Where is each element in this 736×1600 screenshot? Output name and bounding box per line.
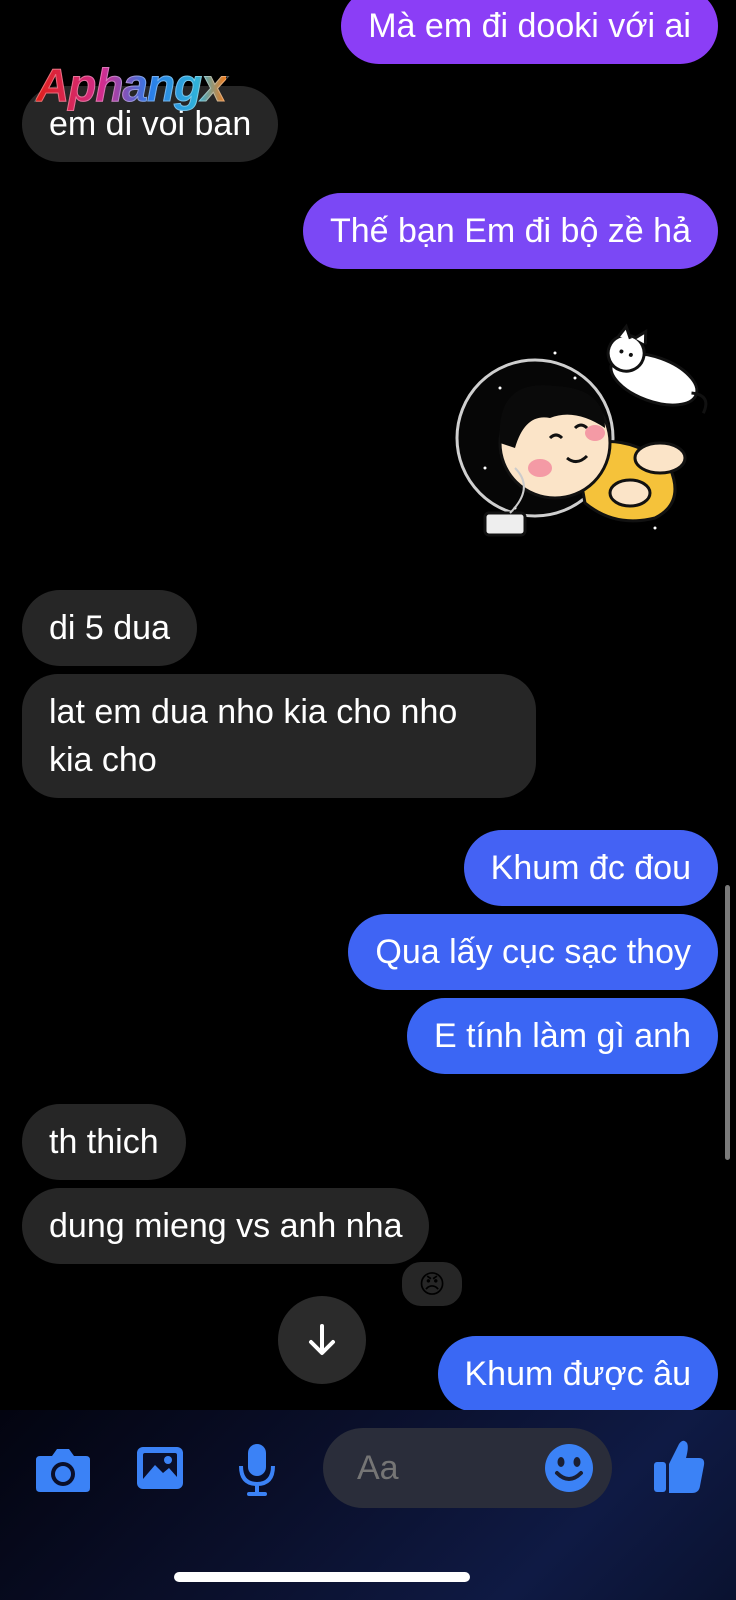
scrollbar[interactable]	[725, 885, 730, 1160]
home-indicator[interactable]	[174, 1572, 470, 1582]
emoji-icon	[545, 1444, 593, 1492]
camera-button[interactable]	[30, 1440, 96, 1498]
arrow-down-icon	[309, 1324, 335, 1355]
emoji-button[interactable]	[543, 1442, 595, 1494]
message-received[interactable]: di 5 dua	[22, 590, 197, 666]
message-sent[interactable]: Qua lấy cục sạc thoy	[348, 914, 718, 990]
message-sent[interactable]: E tính làm gì anh	[406, 998, 718, 1074]
message-composer[interactable]	[323, 1428, 612, 1508]
thumbs-up-icon	[654, 1440, 705, 1493]
sticker-drawing	[455, 323, 708, 537]
watermark-logo: Aphangx	[36, 59, 228, 112]
voice-button[interactable]	[232, 1440, 282, 1500]
gallery-button[interactable]	[132, 1440, 188, 1496]
angry-emoji-icon: 😠	[418, 1269, 446, 1299]
message-received[interactable]: dung mieng vs anh nha	[22, 1188, 430, 1264]
message-sent[interactable]: Khum được âu	[437, 1336, 718, 1412]
message-sent[interactable]: Thế bạn Em đi bộ zề hả	[302, 193, 718, 269]
angry-reaction[interactable]: 😠	[399, 1259, 465, 1309]
like-button[interactable]	[650, 1436, 708, 1498]
scroll-to-bottom-button[interactable]	[278, 1296, 366, 1384]
message-sent[interactable]: Mà em đi dooki với ai	[341, 0, 718, 64]
microphone-icon	[239, 1444, 275, 1496]
sticker-image[interactable]	[455, 318, 720, 553]
message-received[interactable]: lat em dua nho kia cho nho kia cho	[22, 674, 536, 798]
message-received[interactable]: th thich	[22, 1104, 186, 1180]
image-icon	[137, 1447, 183, 1489]
message-sent[interactable]: Khum đc đou	[463, 830, 718, 906]
message-input[interactable]	[357, 1444, 537, 1492]
camera-icon	[36, 1449, 90, 1492]
